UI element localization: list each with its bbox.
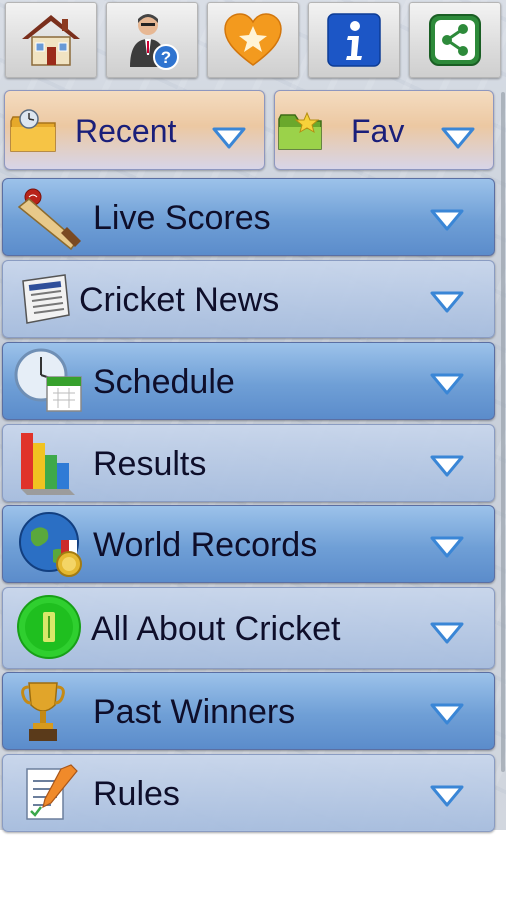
clock-calendar-icon: [14, 348, 82, 412]
folder-star-icon: [278, 111, 322, 150]
menu-item-label: Cricket News: [79, 281, 280, 319]
globe-medal-icon: [19, 512, 82, 577]
menu-item-world-records[interactable]: World Records: [2, 505, 495, 583]
menu-item-label: Schedule: [93, 363, 235, 401]
info-button[interactable]: [308, 2, 400, 78]
chevron-down-icon: [430, 785, 464, 807]
chevron-down-icon: [430, 455, 464, 477]
scrollbar[interactable]: [501, 92, 505, 772]
chevron-down-icon: [430, 209, 464, 231]
menu-item-results[interactable]: Results: [2, 424, 495, 502]
menu-item-label: Results: [93, 445, 207, 483]
recent-label: Recent: [75, 113, 177, 149]
menu-item-cricket-news[interactable]: Cricket News: [2, 260, 495, 338]
chevron-down-icon: [212, 127, 246, 149]
chevron-down-icon: [430, 536, 464, 558]
cricket-pitch-icon: [17, 595, 81, 659]
help-person-icon: ?: [130, 14, 179, 70]
chevron-down-icon: [430, 291, 464, 313]
menu-item-all-about-cricket[interactable]: All About Cricket: [2, 587, 495, 669]
home-icon: [22, 15, 80, 66]
menu-item-label: World Records: [93, 526, 318, 564]
help-button[interactable]: ?: [106, 2, 198, 78]
home-button[interactable]: [5, 2, 97, 78]
info-icon: [327, 13, 381, 67]
fav-button[interactable]: Fav: [274, 90, 494, 170]
cricket-bat-icon: [17, 188, 81, 251]
folder-clock-icon: [10, 109, 56, 152]
trophy-icon: [21, 682, 65, 741]
chevron-down-icon: [430, 703, 464, 725]
menu-item-label: All About Cricket: [91, 610, 341, 648]
favorite-button[interactable]: [207, 2, 299, 78]
chevron-down-icon: [430, 622, 464, 644]
favorite-heart-icon: [224, 13, 282, 66]
chevron-down-icon: [430, 373, 464, 395]
chevron-down-icon: [441, 127, 475, 149]
newspaper-icon: [22, 274, 70, 324]
fav-label: Fav: [351, 113, 405, 149]
rules-clipboard-icon: [26, 764, 78, 820]
share-icon: [429, 14, 481, 66]
menu-item-schedule[interactable]: Schedule: [2, 342, 495, 420]
menu-item-label: Live Scores: [93, 199, 271, 237]
menu-item-label: Rules: [93, 775, 180, 813]
menu-item-rules[interactable]: Rules: [2, 754, 495, 832]
app-background: ? Recent Fav Live Scores Cricket News Sc…: [0, 0, 506, 832]
bar-chart-icon: [21, 433, 75, 495]
menu-item-live-scores[interactable]: Live Scores: [2, 178, 495, 256]
svg-text:?: ?: [161, 48, 171, 67]
menu-item-past-winners[interactable]: Past Winners: [2, 672, 495, 750]
menu-item-label: Past Winners: [93, 693, 296, 731]
recent-button[interactable]: Recent: [4, 90, 265, 170]
top-toolbar: ?: [0, 0, 506, 82]
share-button[interactable]: [409, 2, 501, 78]
